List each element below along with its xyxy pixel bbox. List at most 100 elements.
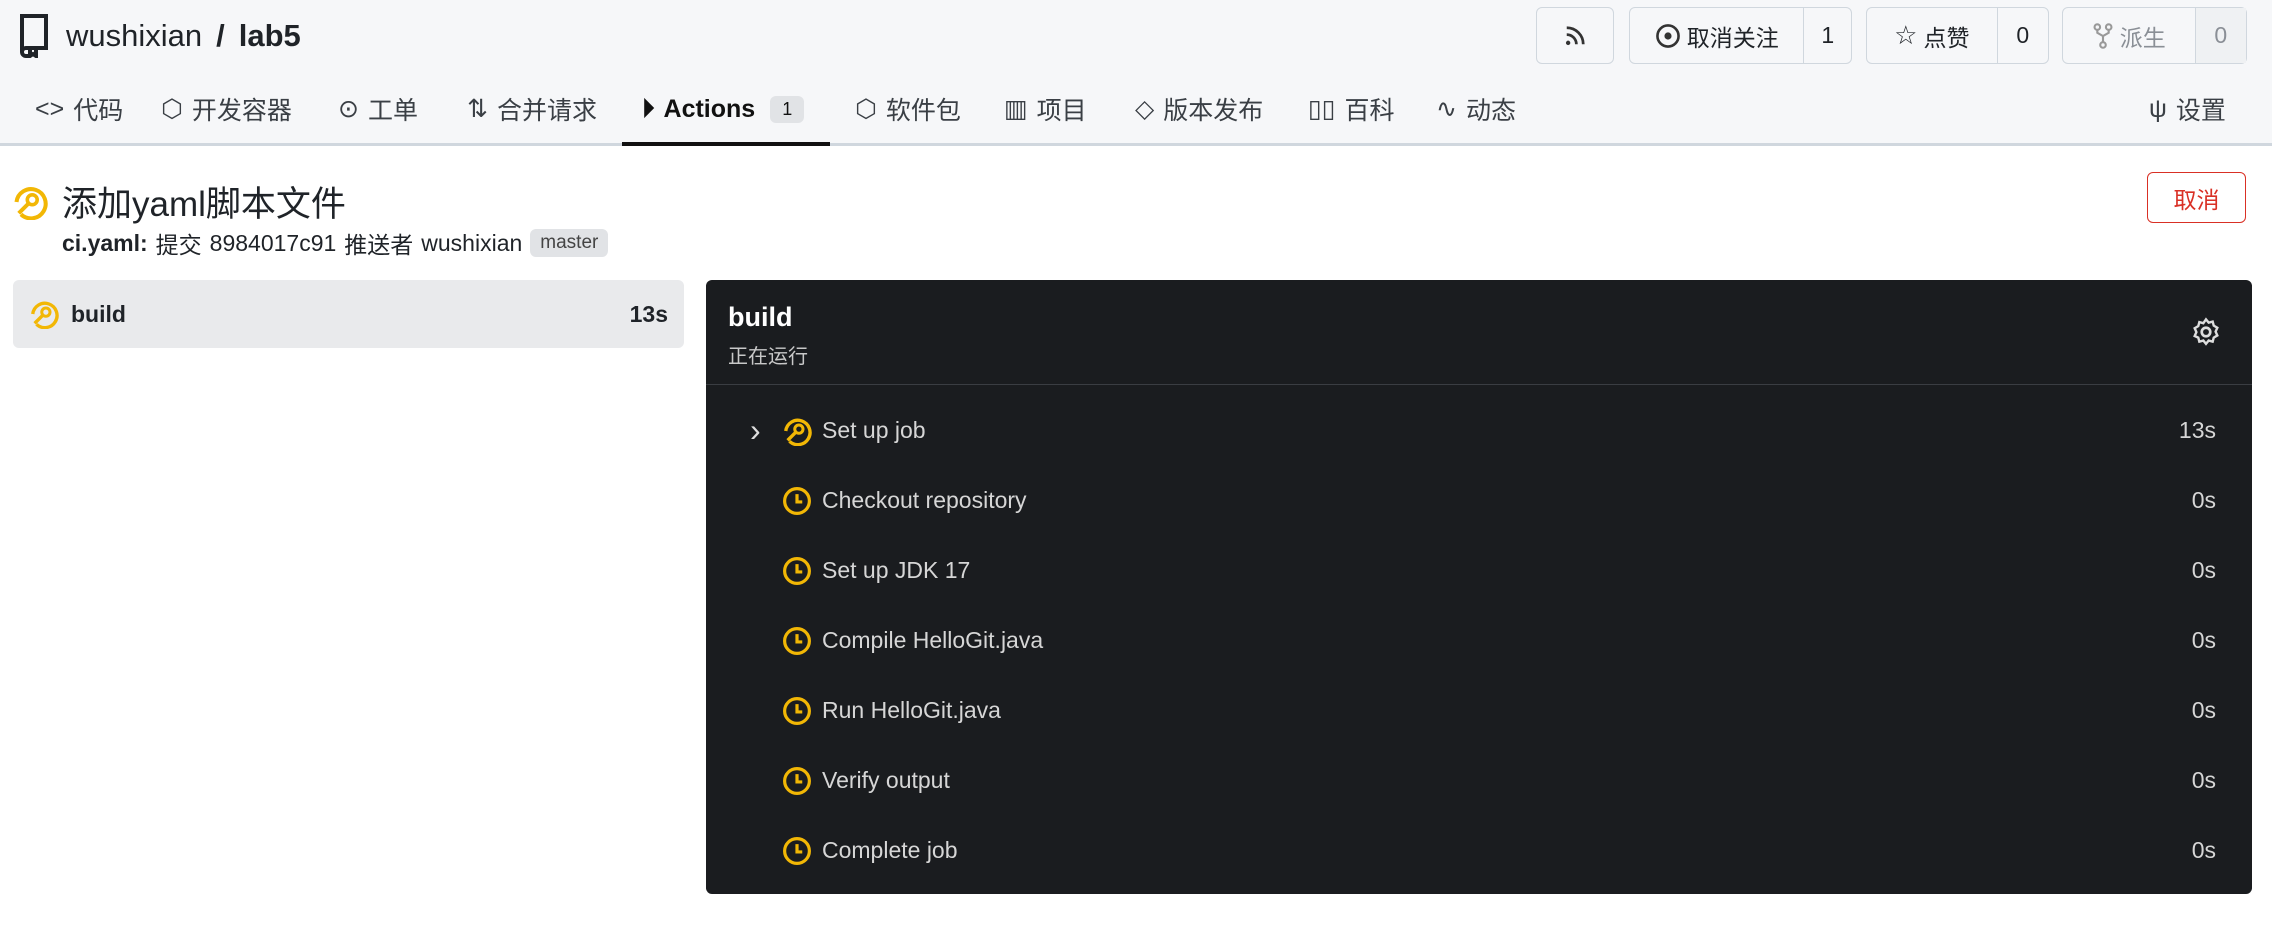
- step-row[interactable]: Compile HelloGit.java 0s: [706, 610, 2252, 670]
- tab-issues[interactable]: ⊙ 工单: [338, 88, 418, 130]
- step-name: Checkout repository: [822, 486, 1027, 513]
- repo-name-link[interactable]: lab5: [239, 18, 301, 54]
- pull-request-icon: ⇅: [467, 95, 488, 123]
- clock-icon: [782, 696, 812, 732]
- step-row[interactable]: Run HelloGit.java 0s: [706, 680, 2252, 740]
- step-duration: 0s: [2191, 766, 2216, 793]
- star-icon: ☆: [1894, 20, 1918, 50]
- commit-label: 提交: [155, 232, 202, 258]
- branch-tag[interactable]: master: [530, 229, 609, 257]
- tab-label: 软件包: [885, 97, 961, 125]
- step-row[interactable]: Checkout repository 0s: [706, 470, 2252, 530]
- tab-actions[interactable]: ⏵ Actions 1: [642, 88, 805, 130]
- watch-button[interactable]: 取消关注 1: [1629, 7, 1852, 64]
- running-icon: [782, 416, 812, 452]
- tab-code[interactable]: <> 代码: [35, 88, 123, 130]
- step-name: Set up job: [822, 416, 926, 443]
- step-duration: 0s: [2191, 556, 2216, 583]
- project-icon: ▥: [1004, 95, 1028, 123]
- tab-settings[interactable]: ψ 设置: [2149, 88, 2226, 130]
- active-tab-indicator: [622, 142, 830, 146]
- star-count[interactable]: 0: [1996, 8, 2048, 63]
- repo-title: wushixian / lab5: [16, 14, 301, 58]
- step-row[interactable]: › Set up job 13s: [706, 400, 2252, 460]
- tab-activity[interactable]: ∿ 动态: [1436, 88, 1516, 130]
- step-duration: 0s: [2191, 626, 2216, 653]
- tab-releases[interactable]: ◇ 版本发布: [1135, 88, 1263, 130]
- step-name: Complete job: [822, 836, 958, 863]
- watch-count[interactable]: 1: [1803, 8, 1851, 63]
- tab-label: 合并请求: [496, 97, 597, 125]
- step-name: Run HelloGit.java: [822, 696, 1001, 723]
- tool-icon: ψ: [2149, 94, 2167, 123]
- step-duration: 0s: [2191, 836, 2216, 863]
- commit-sha-link[interactable]: 8984017c91: [210, 230, 337, 257]
- repo-owner-link[interactable]: wushixian: [66, 18, 202, 54]
- job-log-title: build: [728, 302, 793, 332]
- tab-pull-requests[interactable]: ⇅ 合并请求: [467, 88, 597, 130]
- step-name: Compile HelloGit.java: [822, 626, 1044, 653]
- play-circle-icon: ⏵: [642, 94, 655, 123]
- running-icon: [14, 186, 48, 220]
- tab-projects[interactable]: ▥ 项目: [1004, 88, 1087, 130]
- chevron-right-icon[interactable]: ›: [750, 412, 761, 449]
- job-log-header: build 正在运行: [706, 280, 2252, 385]
- code-icon: <>: [35, 94, 65, 123]
- step-duration: 0s: [2191, 696, 2216, 723]
- step-name: Set up JDK 17: [822, 556, 971, 583]
- watch-label: 取消关注: [1686, 24, 1779, 51]
- clock-icon: [782, 626, 812, 662]
- tag-icon: ◇: [1135, 95, 1155, 123]
- tab-devcontainer[interactable]: ⬡ 开发容器: [161, 88, 292, 130]
- rss-button[interactable]: [1536, 7, 1614, 64]
- clock-icon: [782, 556, 812, 592]
- step-duration: 0s: [2191, 486, 2216, 513]
- star-button[interactable]: ☆ 点赞 0: [1866, 7, 2049, 64]
- tab-label: 项目: [1036, 97, 1087, 125]
- run-title: 添加yaml脚本文件: [12, 176, 346, 227]
- cube-icon: ⬡: [161, 95, 183, 123]
- running-icon: [31, 301, 59, 329]
- pusher-label: 推送者: [344, 232, 414, 258]
- cancel-button[interactable]: 取消: [2147, 172, 2246, 223]
- clock-icon: [782, 766, 812, 802]
- pulse-icon: ∿: [1436, 95, 1457, 123]
- tab-wiki[interactable]: ▯▯ 百科: [1308, 88, 1395, 130]
- step-name: Verify output: [822, 766, 950, 793]
- fork-button[interactable]: 派生 0: [2062, 7, 2247, 64]
- tab-label: 工单: [367, 97, 418, 125]
- eye-icon: [1655, 23, 1680, 48]
- tab-label: 开发容器: [191, 97, 292, 125]
- step-row[interactable]: Set up JDK 17 0s: [706, 540, 2252, 600]
- job-log-panel: build 正在运行 › Set up job 13s Checkout reposi…: [706, 280, 2252, 894]
- run-title-text: 添加yaml脚本文件: [62, 185, 346, 224]
- repo-icon: [20, 14, 48, 58]
- tab-label: 代码: [73, 97, 124, 125]
- clock-icon: [782, 836, 812, 872]
- tab-label: Actions: [663, 94, 756, 123]
- actions-count-badge: 1: [770, 95, 805, 123]
- repo-header: wushixian / lab5 取消关注 1 ☆ 点赞 0 派生 0 <> 代码 …: [0, 0, 2272, 146]
- job-duration: 13s: [629, 300, 668, 327]
- job-item-build[interactable]: build 13s: [13, 280, 684, 348]
- tab-packages[interactable]: ⬡ 软件包: [855, 88, 961, 130]
- tab-label: 百科: [1344, 97, 1395, 125]
- gear-icon[interactable]: [2190, 316, 2222, 348]
- step-row[interactable]: Complete job 0s: [706, 820, 2252, 880]
- fork-count[interactable]: 0: [2194, 8, 2246, 63]
- clock-icon: [782, 486, 812, 522]
- book-icon: ▯▯: [1308, 95, 1336, 123]
- workflow-file[interactable]: ci.yaml:: [62, 230, 148, 257]
- run-meta: ci.yaml: 提交 8984017c91 推送者 wushixian mas…: [62, 226, 609, 260]
- pusher-link[interactable]: wushixian: [421, 230, 522, 257]
- issue-icon: ⊙: [338, 95, 359, 123]
- job-status: 正在运行: [728, 346, 808, 368]
- star-label: 点赞: [1923, 24, 1970, 51]
- step-row[interactable]: Verify output 0s: [706, 750, 2252, 810]
- tab-label: 版本发布: [1163, 97, 1264, 125]
- step-duration: 13s: [2178, 416, 2216, 443]
- fork-icon: [2093, 22, 2113, 49]
- tab-label: 设置: [2175, 97, 2226, 125]
- job-name: build: [71, 300, 126, 327]
- package-icon: ⬡: [855, 95, 877, 123]
